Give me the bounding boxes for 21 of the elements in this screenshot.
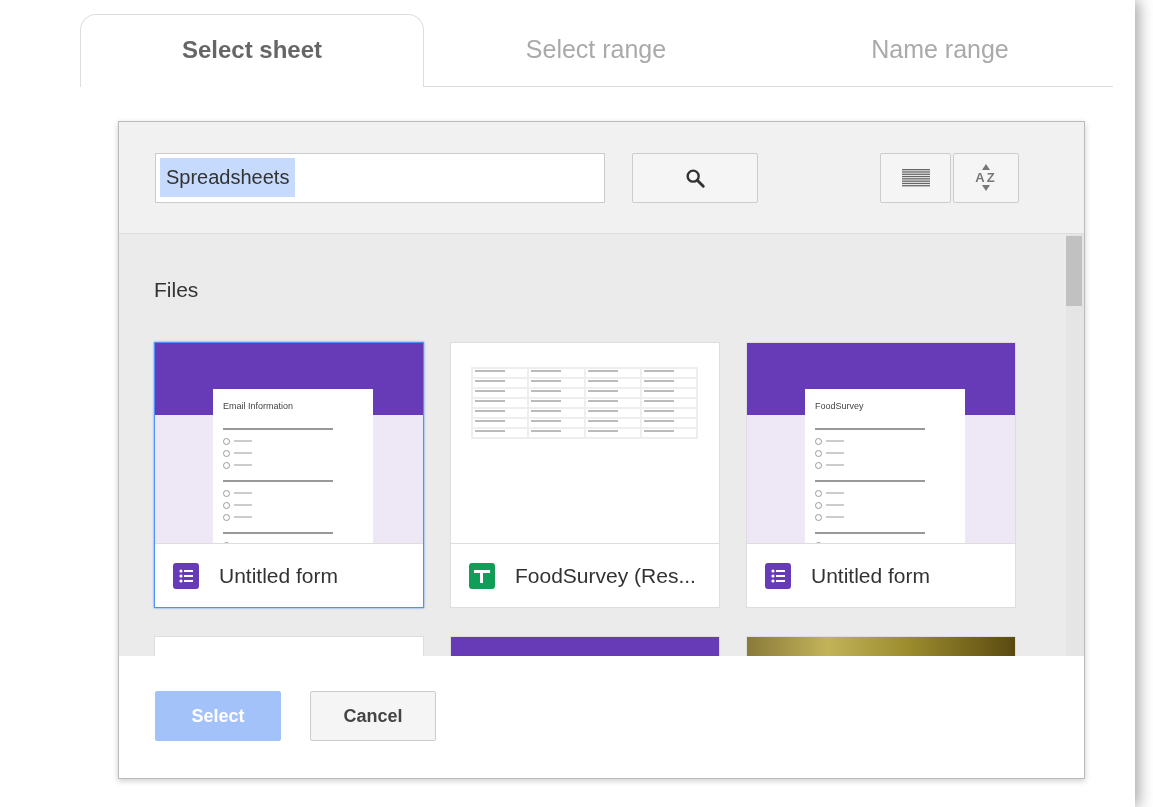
file-card[interactable]: FoodSurvey (Res... (450, 342, 720, 608)
scrollbar-thumb[interactable] (1066, 236, 1082, 306)
form-icon (173, 562, 199, 589)
file-name: Untitled form (219, 563, 339, 588)
search-field[interactable]: Spreadsheets (155, 152, 605, 203)
file-name: Untitled form (811, 563, 931, 588)
form-preview-drawing: FoodSurvey (747, 343, 1015, 543)
file-card[interactable]: Email Information Untitled form (154, 342, 424, 608)
spreadsheet-icon (469, 562, 495, 589)
sort-button[interactable]: AZ (953, 152, 1019, 203)
up-arrow-icon (982, 164, 990, 170)
list-icon (901, 168, 930, 187)
file-name: FoodSurvey (Res... (515, 563, 696, 588)
cancel-button[interactable]: Cancel (310, 691, 436, 741)
list-view-button[interactable] (880, 152, 951, 203)
file-card[interactable]: FoodSurvey Untitled form (746, 342, 1016, 608)
tab[interactable]: Select sheet (80, 14, 424, 87)
down-arrow-icon (982, 185, 990, 191)
form-preview-drawing: Email Information (155, 343, 423, 543)
form-icon (765, 562, 791, 589)
section-heading: Files (154, 278, 200, 302)
